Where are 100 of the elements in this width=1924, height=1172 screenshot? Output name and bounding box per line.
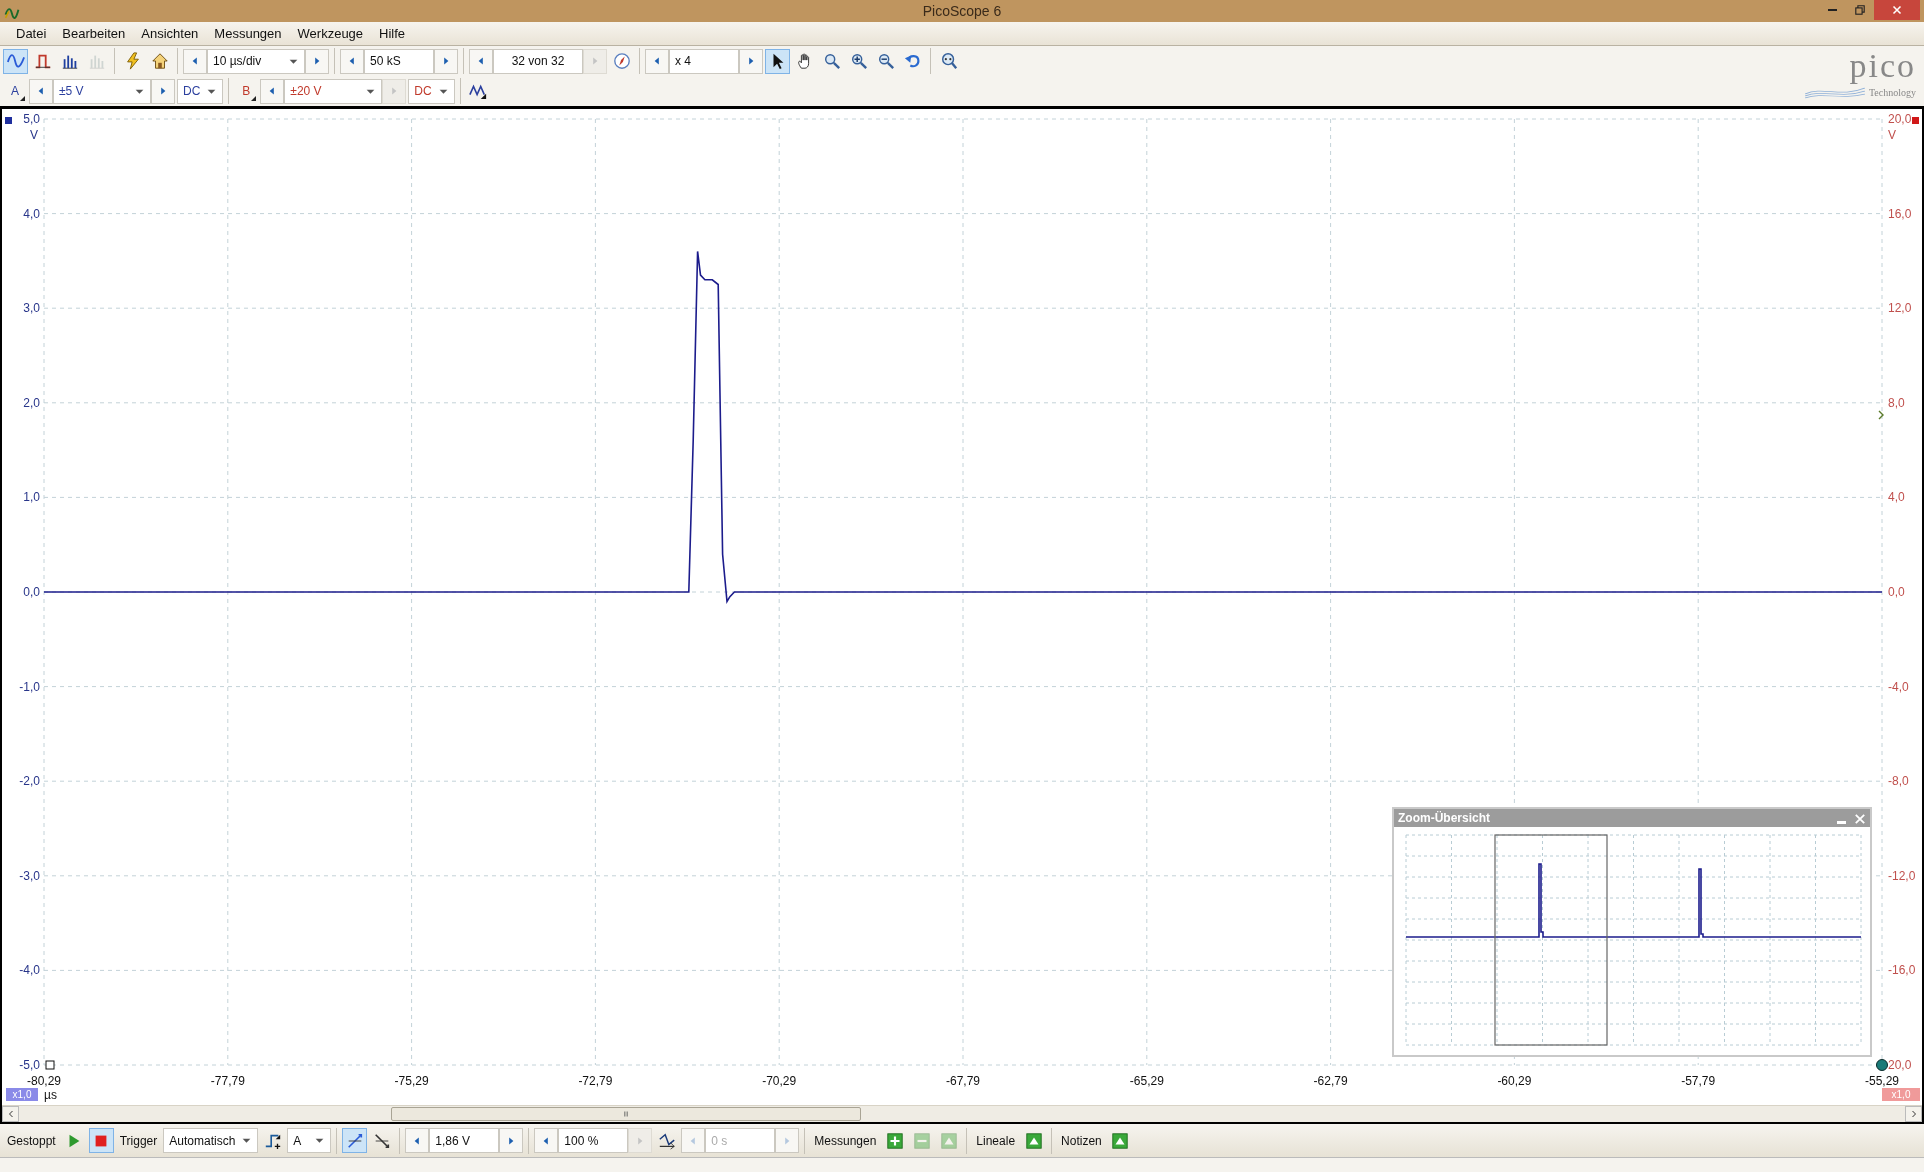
scale-badge: x1,0 [1882,1088,1920,1101]
close-icon [1854,812,1866,825]
next-button[interactable] [305,48,329,74]
menu-item[interactable]: Datei [8,21,55,46]
dropdown-field[interactable]: DC [408,78,455,104]
panel-title: Zoom-Übersicht [1398,810,1490,827]
axis-label: 2,0 [23,395,40,410]
axis-label: -65,29 [1129,1074,1164,1088]
previous-button[interactable] [469,48,493,74]
square-marker-icon[interactable] [45,1060,55,1070]
axis-label: -70,29 [762,1074,797,1088]
dropdown-field[interactable]: A [287,1128,332,1153]
unit-label: V [1888,128,1896,142]
grip-icon [621,1109,631,1119]
unit-label: µs [44,1088,57,1102]
axis-label: -62,79 [1313,1074,1348,1088]
axis-label: 16,0 [1888,206,1912,221]
logo-text: pico [1849,46,1916,86]
trigger-level-marker-icon[interactable] [1878,410,1884,420]
axis-label: -16,0 [1888,963,1916,978]
axis-label: 0,0 [1888,585,1905,599]
axis-label: 4,0 [23,206,40,221]
channel-a-marker-icon[interactable] [5,117,12,124]
dropdown-field[interactable]: Automatisch [163,1128,259,1153]
menu-item[interactable]: Ansichten [133,21,207,46]
previous-button[interactable] [645,48,669,74]
axis-label: -1,0 [19,679,40,694]
value-field[interactable]: x 4 [669,48,739,74]
next-button[interactable] [499,1128,524,1153]
previous-button[interactable] [340,48,364,74]
zoom-out-icon [876,52,895,70]
stop-button[interactable] [88,1128,114,1153]
dropdown-field[interactable]: DC [177,78,224,104]
magnifier-icon [822,52,841,70]
axis-label: 12,0 [1888,301,1912,316]
previous-button[interactable] [183,48,207,74]
axis-label: -80,29 [27,1074,61,1088]
axis-label: 8,0 [1888,395,1905,410]
status-label: Trigger [118,1132,159,1150]
status-label: Notizen [1060,1132,1103,1150]
menu-item[interactable]: Messungen [206,21,290,46]
rising-edge-icon [345,1131,364,1150]
rising-edge-button[interactable] [342,1128,368,1153]
axis-label: -5,0 [19,1058,40,1072]
axis-label: -4,0 [19,963,40,978]
scrollbar-thumb[interactable] [391,1107,861,1121]
previous-button[interactable] [29,78,53,104]
axis-label: -67,79 [946,1074,980,1088]
dropdown-field[interactable]: ±20 V [284,78,383,104]
channel-button[interactable]: A [3,78,27,104]
menu-item[interactable]: Hilfe [371,21,414,46]
restore-icon [1853,3,1867,17]
falling-edge-icon [372,1131,391,1150]
dropdown-field[interactable]: 10 µs/div [207,48,305,74]
previous-button[interactable] [405,1128,430,1153]
axis-label: -12,0 [1888,868,1916,883]
channel-button[interactable]: B [234,78,259,104]
close-button[interactable] [1874,0,1920,20]
scroll-left-button[interactable] [2,1106,19,1122]
previous-button[interactable] [534,1128,559,1153]
axis-label: 3,0 [23,301,40,316]
menu-item[interactable]: Bearbeiten [54,21,134,46]
pointer-tool-button[interactable] [765,48,790,74]
zoom-fit-icon [939,52,958,70]
axis-label: 4,0 [1888,490,1905,505]
triangle-up-icon [1024,1131,1043,1150]
sine-wave-icon [6,52,25,70]
value-field[interactable]: 100 % [558,1128,629,1153]
dropdown-field[interactable]: ±5 V [53,78,151,104]
status-label: Lineale [975,1132,1017,1150]
plus-icon [885,1131,904,1150]
axis-label: -3,0 [19,868,40,883]
logo-tagline: Technology [1868,86,1916,101]
scope-view-button[interactable] [3,48,28,74]
value-field[interactable]: 32 von 32 [493,48,583,74]
next-button[interactable] [151,78,175,104]
next-button[interactable] [434,48,458,74]
value-field[interactable]: 50 kS [364,48,434,74]
minimize-icon [1827,9,1837,11]
channel-b-marker-icon[interactable] [1912,117,1919,124]
axis-label: 5,0 [23,112,40,126]
undo-icon [903,52,922,70]
previous-button[interactable] [260,78,285,104]
triangle-up-icon [1111,1131,1130,1150]
menu-item[interactable]: Werkzeuge [289,21,372,46]
axis-label: -4,0 [1888,679,1909,694]
axis-label: -77,79 [210,1074,245,1088]
triangle-up-icon [939,1131,958,1150]
compass-icon [612,52,631,70]
trigger-marker-icon[interactable] [1876,1059,1888,1071]
axis-label: -55,29 [1865,1074,1899,1088]
axis-label: -2,0 [19,774,40,789]
scroll-right-button[interactable] [1905,1106,1922,1122]
home-icon [150,52,169,70]
axis-label: 20,0 [1888,112,1912,126]
value-field[interactable]: 1,86 V [429,1128,500,1153]
close-icon [1890,3,1904,17]
unit-label: V [30,128,38,142]
wave-lines-icon [1804,85,1865,100]
window-title: PicoScope 6 [922,1,1002,21]
